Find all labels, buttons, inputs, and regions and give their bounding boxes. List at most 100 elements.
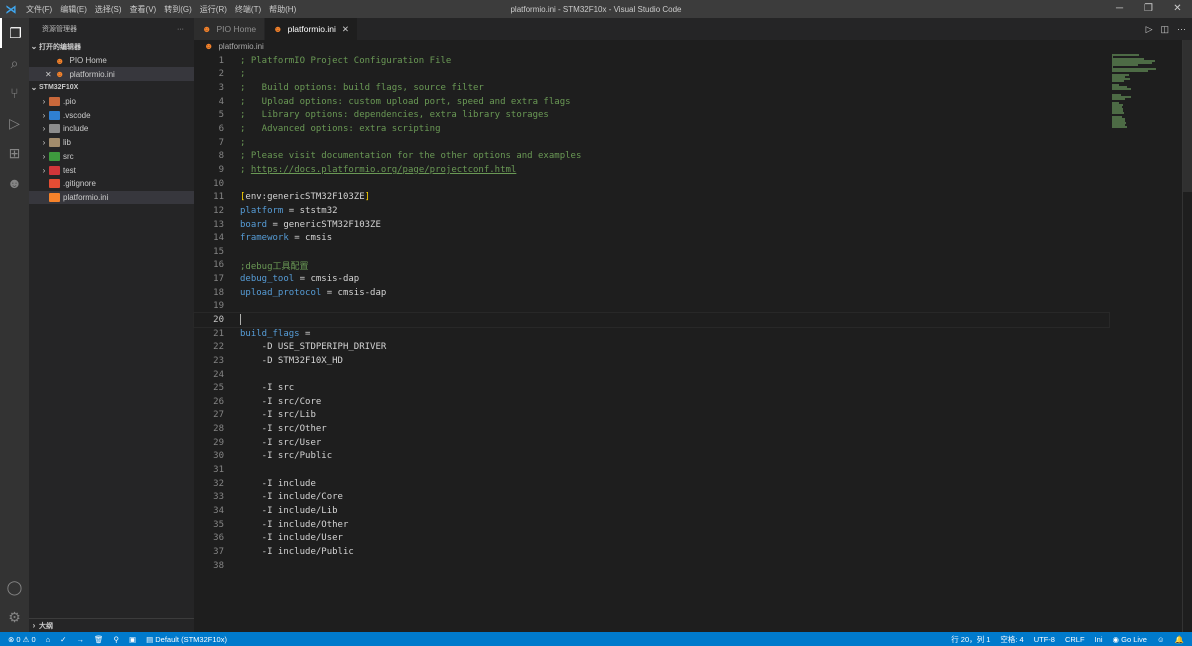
line-ending[interactable]: CRLF (1065, 635, 1085, 644)
account-icon[interactable]: ◯ (0, 572, 29, 602)
code-line[interactable]: 30 -I src/Public (194, 450, 1109, 464)
code-line[interactable]: 5 ; Library options: dependencies, extra … (194, 109, 1109, 123)
code-line[interactable]: 27 -I src/Lib (194, 409, 1109, 423)
notifications-bell-icon[interactable]: 🔔 (1175, 635, 1184, 644)
scrollbar-thumb[interactable] (1183, 40, 1192, 192)
code-line[interactable]: 10 (194, 177, 1109, 191)
tree-item[interactable]: › lib (29, 136, 194, 150)
code-line[interactable]: 6 ; Advanced options: extra scripting (194, 122, 1109, 136)
settings-gear-icon[interactable]: ⚙ (0, 602, 29, 632)
code-editor[interactable]: 1 ; PlatformIO Project Configuration File… (193, 54, 1110, 573)
pio-build-icon[interactable]: ✓ (60, 635, 66, 644)
code-line[interactable]: 31 (194, 463, 1109, 477)
pio-clean-icon[interactable]: 🗑 (94, 635, 104, 644)
tree-item[interactable]: › test (29, 163, 194, 177)
code-line[interactable]: 22 -D USE_STDPERIPH_DRIVER (194, 340, 1109, 354)
code-line[interactable]: 38 (194, 559, 1109, 573)
code-line[interactable]: 9; https://docs.platformio.org/page/proj… (194, 163, 1109, 177)
code-line[interactable]: 3 ; Build options: build flags, source fi… (194, 81, 1109, 95)
explorer-icon[interactable]: ❐ (0, 18, 29, 48)
menu-item[interactable]: 转到(G) (164, 5, 192, 14)
problems-indicator[interactable]: ⊗ 0 ⚠ 0 (8, 635, 36, 644)
tree-item[interactable]: › src (29, 150, 194, 164)
source-control-icon[interactable]: ⑂ (0, 78, 29, 108)
tree-item[interactable]: › .vscode (29, 108, 194, 122)
code-line[interactable]: 33 -I include/Core (194, 491, 1109, 505)
code-line[interactable]: 15 (194, 245, 1109, 259)
line-number: 34 (213, 505, 224, 516)
code-line[interactable]: 29 -I src/User (194, 436, 1109, 450)
tree-item[interactable]: .gitignore (29, 177, 194, 191)
code-line[interactable]: 16 ;debug工具配置 (194, 259, 1109, 273)
project-env-selector[interactable]: ▤ Default (STM32F10x) (146, 635, 227, 644)
menu-item[interactable]: 编辑(E) (60, 5, 87, 14)
code-line[interactable]: 12 platform = ststm32 (194, 204, 1109, 218)
code-line[interactable]: 1 ; PlatformIO Project Configuration File (194, 54, 1109, 68)
close-icon[interactable]: ✕ (45, 70, 55, 79)
code-line[interactable]: 28 -I src/Other (194, 422, 1109, 436)
code-line[interactable]: 34 -I include/Lib (194, 504, 1109, 518)
pio-upload-icon[interactable]: → (76, 635, 84, 644)
code-line[interactable]: 8 ; Please visit documentation for the ot… (194, 149, 1109, 163)
menu-item[interactable]: 选择(S) (95, 5, 122, 14)
pio-terminal-icon[interactable]: ▣ (129, 635, 136, 644)
open-editor-platformio-ini[interactable]: ✕ ☻ platformio.ini (29, 67, 194, 82)
cursor-position[interactable]: 行 20，列 1 (951, 634, 990, 645)
code-line[interactable]: 11[env:genericSTM32F103ZE] (194, 190, 1109, 204)
vertical-scrollbar[interactable] (1182, 40, 1192, 632)
minimap[interactable] (1112, 54, 1182, 128)
code-line[interactable]: 17 debug_tool = cmsis-dap (194, 272, 1109, 286)
code-line[interactable]: 2; (194, 68, 1109, 82)
code-line[interactable]: 4 ; Upload options: custom upload port, s… (194, 95, 1109, 109)
tree-item[interactable]: platformio.ini (29, 190, 194, 205)
tree-item[interactable]: › .pio (29, 95, 194, 109)
pio-home-icon[interactable]: ⌂ (46, 635, 51, 644)
minimize-button[interactable]: ─ (1105, 0, 1134, 18)
close-tab-icon[interactable]: ✕ (342, 24, 349, 35)
code-line[interactable]: 24 (194, 368, 1109, 382)
code-line[interactable]: 23 -D STM32F10X_HD (194, 354, 1109, 368)
extensions-icon[interactable]: ⊞ (0, 138, 29, 168)
indentation[interactable]: 空格: 4 (1000, 634, 1023, 645)
code-line[interactable]: 25 -I src (194, 381, 1109, 395)
code-line[interactable]: 21 build_flags = (194, 327, 1109, 341)
code-line[interactable]: 14 framework = cmsis (194, 231, 1109, 245)
more-actions-button[interactable]: ··· (177, 26, 184, 33)
open-editor-pio-home[interactable]: ☻ PIO Home (29, 54, 194, 68)
menu-item[interactable]: 查看(V) (130, 5, 157, 14)
open-editors-section[interactable]: ⌄ 打开的编辑器 (29, 40, 194, 54)
tab-platformio-ini[interactable]: ☻ platformio.ini ✕ (265, 18, 358, 40)
code-line[interactable]: 37 -I include/Public (194, 545, 1109, 559)
code-line[interactable]: 7; (194, 136, 1109, 150)
outline-section[interactable]: › 大纲 (29, 618, 194, 632)
project-section[interactable]: ⌄ STM32F10X (29, 81, 194, 95)
breadcrumb[interactable]: ☻ platformio.ini (204, 41, 264, 51)
code-line[interactable]: 26 -I src/Core (194, 395, 1109, 409)
run-debug-icon[interactable]: ▷ (0, 108, 29, 138)
menu-item[interactable]: 运行(R) (200, 5, 227, 14)
feedback-icon[interactable]: ☺ (1157, 635, 1165, 644)
menu-item[interactable]: 帮助(H) (269, 5, 296, 14)
code-line[interactable]: 32 -I include (194, 477, 1109, 491)
menu-item[interactable]: 文件(F) (26, 5, 52, 14)
split-editor-icon[interactable]: ◫ (1160, 24, 1169, 35)
pio-test-icon[interactable]: ⚲ (113, 635, 119, 644)
code-line[interactable]: 13 board = genericSTM32F103ZE (194, 218, 1109, 232)
platformio-icon[interactable]: ☻ (0, 168, 29, 198)
restore-button[interactable]: ❐ (1134, 0, 1163, 18)
language-mode[interactable]: Ini (1095, 635, 1103, 644)
go-live-button[interactable]: ◉ Go Live (1112, 635, 1147, 644)
run-icon[interactable]: ▷ (1146, 24, 1153, 35)
code-line[interactable]: 20 (193, 312, 1110, 328)
tree-item[interactable]: › include (29, 122, 194, 136)
code-line[interactable]: 36 -I include/User (194, 531, 1109, 545)
search-icon[interactable]: ⌕ (0, 48, 29, 78)
tab-pio-home[interactable]: ☻ PIO Home (194, 18, 266, 40)
code-line[interactable]: 35 -I include/Other (194, 518, 1109, 532)
encoding[interactable]: UTF-8 (1034, 635, 1055, 644)
close-button[interactable]: ✕ (1163, 0, 1192, 18)
menu-item[interactable]: 终端(T) (235, 5, 261, 14)
code-line[interactable]: 18 upload_protocol = cmsis-dap (194, 286, 1109, 300)
more-icon[interactable]: ··· (1177, 24, 1186, 34)
code-line[interactable]: 19 (194, 300, 1109, 314)
